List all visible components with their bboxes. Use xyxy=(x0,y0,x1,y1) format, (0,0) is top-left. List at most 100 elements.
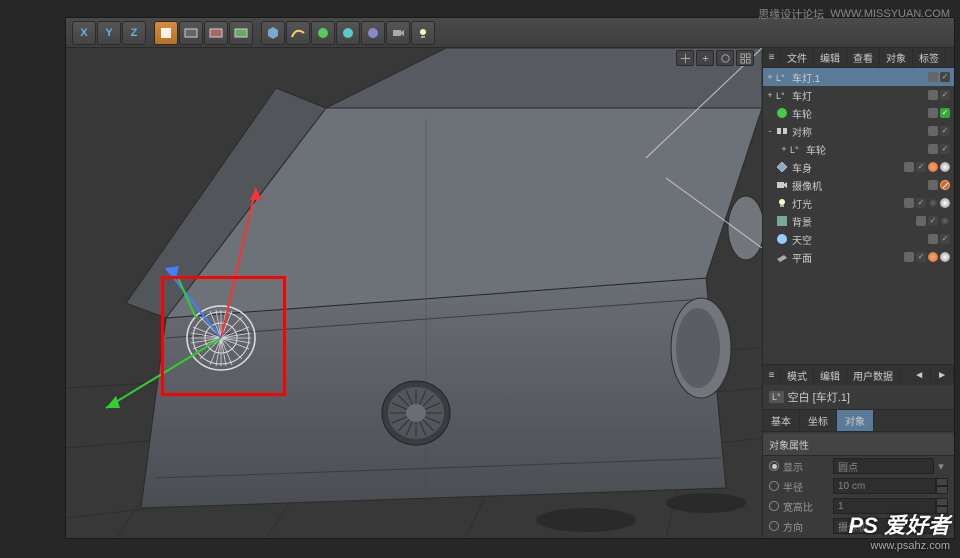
tree-item-tags: ✓ xyxy=(904,162,954,172)
sphere-green-icon xyxy=(775,106,789,120)
view-pan-icon[interactable] xyxy=(676,50,694,66)
generator-icon[interactable] xyxy=(311,21,335,45)
tree-item[interactable]: +L°车轮✓ xyxy=(763,140,954,158)
attr-prev-icon[interactable]: ◄ xyxy=(908,370,931,381)
render-icon[interactable] xyxy=(179,21,203,45)
view-layout-icon[interactable] xyxy=(736,50,754,66)
attr-value-field[interactable]: 圆点 xyxy=(833,458,934,474)
main-area: ≡ 文件 编辑 查看 对象 标签 +L°车灯.1✓+L°车灯✓车轮✓-对称✓+L… xyxy=(66,48,954,538)
attr-radio-icon[interactable] xyxy=(769,521,779,531)
svg-text:L°: L° xyxy=(790,145,799,155)
attr-object-title: L° 空白 [车灯.1] xyxy=(763,385,954,409)
tree-item[interactable]: 灯光✓ xyxy=(763,194,954,212)
plane-icon xyxy=(775,250,789,264)
tree-item-label: 灯光 xyxy=(792,196,904,211)
spinner-icon[interactable] xyxy=(936,478,948,494)
tree-item-label: 车轮 xyxy=(806,142,928,157)
tree-toggle-icon[interactable] xyxy=(765,216,775,226)
axis-x-button[interactable]: X xyxy=(72,21,96,45)
tree-toggle-icon[interactable] xyxy=(765,162,775,172)
environment-icon[interactable] xyxy=(361,21,385,45)
primitive-cube-icon[interactable] xyxy=(261,21,285,45)
view-zoom-icon[interactable] xyxy=(696,50,714,66)
render-settings-icon[interactable] xyxy=(229,21,253,45)
attr-label: 宽高比 xyxy=(783,499,833,514)
render-region-icon[interactable] xyxy=(204,21,228,45)
tree-toggle-icon[interactable]: + xyxy=(765,72,775,82)
panel-menu-icon[interactable]: ≡ xyxy=(763,48,781,67)
tree-toggle-icon[interactable]: + xyxy=(779,144,789,154)
tree-toggle-icon[interactable] xyxy=(765,180,775,190)
tree-toggle-icon[interactable] xyxy=(765,108,775,118)
svg-text:L°: L° xyxy=(776,73,785,83)
axis-y-button[interactable]: Y xyxy=(97,21,121,45)
app-window: X Y Z xyxy=(65,17,955,539)
tree-item[interactable]: 天空✓ xyxy=(763,230,954,248)
tree-toggle-icon[interactable]: - xyxy=(765,126,775,136)
spline-icon[interactable] xyxy=(286,21,310,45)
axis-z-button[interactable]: Z xyxy=(122,21,146,45)
tree-item-label: 车灯.1 xyxy=(792,70,928,85)
dropdown-icon[interactable]: ▾ xyxy=(934,460,948,473)
tree-toggle-icon[interactable] xyxy=(765,252,775,262)
symmetry-icon xyxy=(775,124,789,138)
highlight-annotation xyxy=(161,276,286,396)
attr-radio-icon[interactable] xyxy=(769,501,779,511)
watermark-top-text: 思缘设计论坛 xyxy=(758,6,824,22)
tab-edit[interactable]: 编辑 xyxy=(814,48,847,67)
right-panel: ≡ 文件 编辑 查看 对象 标签 +L°车灯.1✓+L°车灯✓车轮✓-对称✓+L… xyxy=(762,48,954,538)
tree-item[interactable]: 摄像机 xyxy=(763,176,954,194)
tree-toggle-icon[interactable] xyxy=(765,234,775,244)
view-rotate-icon[interactable] xyxy=(716,50,734,66)
camera-tool-icon[interactable] xyxy=(386,21,410,45)
object-manager-tabs: ≡ 文件 编辑 查看 对象 标签 xyxy=(763,48,954,68)
cube-icon[interactable] xyxy=(154,21,178,45)
background-icon xyxy=(775,214,789,228)
attr-tab-edit[interactable]: 编辑 xyxy=(814,368,847,383)
attr-tab-mode[interactable]: 模式 xyxy=(781,368,814,383)
tree-item[interactable]: 平面✓ xyxy=(763,248,954,266)
attr-sub-tab[interactable]: 对象 xyxy=(837,410,874,431)
attr-value-field[interactable]: 10 cm xyxy=(833,478,936,494)
tree-toggle-icon[interactable] xyxy=(765,198,775,208)
tab-file[interactable]: 文件 xyxy=(781,48,814,67)
attr-next-icon[interactable]: ► xyxy=(931,370,954,381)
attr-sub-tabs: 基本坐标对象 xyxy=(763,409,954,432)
viewport[interactable] xyxy=(66,48,762,538)
tree-item-tags: ✓ xyxy=(904,198,954,208)
null-axis-icon: L° xyxy=(775,70,789,84)
attr-row: 半径10 cm xyxy=(763,476,954,496)
tree-item[interactable]: +L° 车灯.1✓ xyxy=(763,68,954,86)
attr-tab-user[interactable]: 用户数据 xyxy=(847,368,900,383)
tab-tags[interactable]: 标签 xyxy=(913,48,946,67)
attr-section-title: 对象属性 xyxy=(763,434,954,456)
tree-item-tags: ✓ xyxy=(928,90,954,100)
tree-item-tags: ✓ xyxy=(928,234,954,244)
deformer-icon[interactable] xyxy=(336,21,360,45)
tree-item[interactable]: 车轮✓ xyxy=(763,104,954,122)
tree-item-label: 平面 xyxy=(792,250,904,265)
tree-item[interactable]: +L°车灯✓ xyxy=(763,86,954,104)
attr-radio-icon[interactable] xyxy=(769,481,779,491)
tree-item-label: 天空 xyxy=(792,232,928,247)
attribute-tabs: ≡ 模式 编辑 用户数据 ◄ ► xyxy=(763,365,954,385)
tree-toggle-icon[interactable]: + xyxy=(765,90,775,100)
tab-object[interactable]: 对象 xyxy=(880,48,913,67)
object-tree[interactable]: +L°车灯.1✓+L°车灯✓车轮✓-对称✓+L°车轮✓车身✓摄像机灯光✓背景✓天… xyxy=(763,68,954,266)
attr-sub-tab[interactable]: 基本 xyxy=(763,410,800,431)
tree-item-tags xyxy=(928,180,954,190)
attr-title-text: 空白 [车灯.1] xyxy=(788,389,850,405)
tree-item[interactable]: -对称✓ xyxy=(763,122,954,140)
tab-view[interactable]: 查看 xyxy=(847,48,880,67)
tree-item-tags: ✓ xyxy=(904,252,954,262)
tree-item[interactable]: 背景✓ xyxy=(763,212,954,230)
tree-item-tags: ✓ xyxy=(928,72,954,82)
attr-sub-tab[interactable]: 坐标 xyxy=(800,410,837,431)
tree-item[interactable]: 车身✓ xyxy=(763,158,954,176)
attr-menu-icon[interactable]: ≡ xyxy=(763,370,781,381)
tree-item-label: 车灯 xyxy=(792,88,928,103)
light-tool-icon[interactable] xyxy=(411,21,435,45)
attr-radio-icon[interactable] xyxy=(769,461,779,471)
tree-item-label: 摄像机 xyxy=(792,178,928,193)
mesh-icon xyxy=(775,160,789,174)
